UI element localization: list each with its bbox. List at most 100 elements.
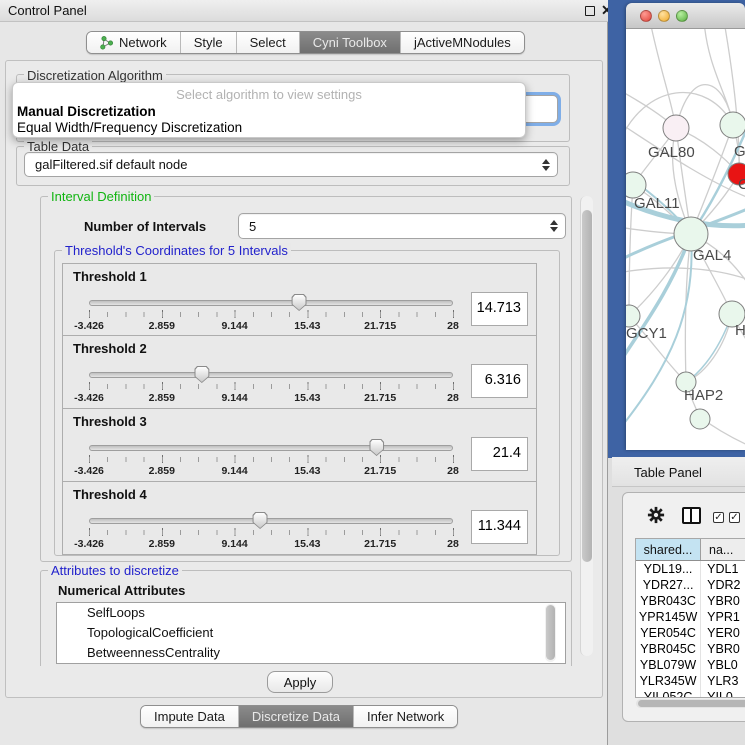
threshold-value-field[interactable]: 11.344: [471, 510, 528, 544]
node-label: GAL11: [634, 195, 680, 212]
network-graph: GAL80 GA C GAL11 GAL4 GCY1 H HAP2: [626, 29, 745, 450]
threshold-row-4: Threshold 4 -3.4262.8599.14415.4321.7152…: [62, 482, 537, 555]
main-scrollbar-thumb[interactable]: [582, 210, 592, 562]
control-panel-title: Control Panel: [8, 3, 87, 18]
threshold-label: Threshold 4: [73, 487, 147, 502]
tab-label: Style: [194, 35, 223, 50]
minimize-traffic-light[interactable]: [658, 10, 670, 22]
table-cell: YLR3: [701, 673, 745, 689]
discretization-algorithm-group-title: Discretization Algorithm: [24, 68, 166, 83]
network-canvas[interactable]: GAL80 GA C GAL11 GAL4 GCY1 H HAP2: [626, 29, 745, 450]
slider-thumb[interactable]: [253, 512, 268, 529]
slider-track[interactable]: [89, 372, 453, 378]
slider-thumb[interactable]: [292, 294, 307, 311]
apply-button[interactable]: Apply: [267, 671, 333, 693]
float-window-icon[interactable]: [585, 6, 595, 16]
close-traffic-light[interactable]: [640, 10, 652, 22]
numerical-attributes-list[interactable]: SelfLoopsTopologicalCoefficientBetweenne…: [56, 602, 566, 664]
threshold-value-field[interactable]: 21.4: [471, 437, 528, 471]
slider-minor-ticks: [89, 384, 454, 389]
network-node[interactable]: [663, 115, 689, 141]
table-row[interactable]: YDL19...YDL1: [636, 561, 745, 577]
dropdown-option-equal-width[interactable]: Equal Width/Frequency Discretization: [16, 120, 521, 136]
threshold-value-field[interactable]: 14.713: [471, 292, 528, 326]
table-cell: YBR0: [701, 641, 745, 657]
column-header-name[interactable]: na...: [701, 539, 745, 560]
threshold-slider-4[interactable]: -3.4262.8599.14415.4321.71528: [89, 514, 453, 554]
tab-cyni-toolbox[interactable]: Cyni Toolbox: [300, 32, 401, 53]
tab-jactivemnodules[interactable]: jActiveMNodules: [401, 32, 524, 53]
network-node[interactable]: [720, 112, 745, 138]
network-node[interactable]: [690, 409, 710, 429]
tick-label: 2.859: [149, 392, 175, 404]
slider-tick-labels: -3.4262.8599.14415.4321.71528: [89, 320, 453, 332]
checkbox-icon[interactable]: ✓: [729, 512, 740, 523]
table-row[interactable]: YLR345WYLR3: [636, 673, 745, 689]
control-panel-titlebar: Control Panel ✕: [0, 0, 608, 22]
table-panel-titlebar: Table Panel: [612, 457, 745, 487]
control-panel-tabbar: Network Style Select Cyni Toolbox jActiv…: [86, 31, 525, 54]
attribute-list-item[interactable]: BetweennessCentrality: [57, 643, 565, 663]
app-root: Control Panel ✕ Network Style Select Cyn…: [0, 0, 745, 745]
table-row[interactable]: YBL079WYBL0: [636, 657, 745, 673]
dropdown-option-manual[interactable]: Manual Discretization: [16, 104, 521, 120]
gear-icon[interactable]: [647, 506, 665, 524]
attributes-scrollbar-thumb[interactable]: [546, 605, 555, 660]
table-hscrollbar-thumb[interactable]: [638, 700, 745, 707]
tab-network[interactable]: Network: [87, 32, 181, 53]
slider-tick-labels: -3.4262.8599.14415.4321.71528: [89, 465, 453, 477]
tick-label: 28: [447, 465, 459, 477]
table-row[interactable]: YER054CYER0: [636, 625, 745, 641]
threshold-slider-3[interactable]: -3.4262.8599.14415.4321.71528: [89, 441, 453, 481]
tab-style[interactable]: Style: [181, 32, 237, 53]
tab-discretize-data[interactable]: Discretize Data: [239, 706, 354, 727]
table-data-combo[interactable]: galFiltered.sif default node: [24, 152, 558, 177]
checkbox-icon[interactable]: ✓: [713, 512, 724, 523]
slider-minor-ticks: [89, 530, 454, 535]
tick-label: 28: [447, 392, 459, 404]
tab-impute-data[interactable]: Impute Data: [141, 706, 239, 727]
slider-track[interactable]: [89, 445, 453, 451]
threshold-slider-1[interactable]: -3.4262.8599.14415.4321.71528: [89, 296, 453, 336]
slider-track[interactable]: [89, 300, 453, 306]
tab-select[interactable]: Select: [237, 32, 300, 53]
attribute-list-item[interactable]: SelfLoops: [57, 603, 565, 623]
slider-thumb[interactable]: [194, 366, 209, 383]
main-scrollbar-track: [580, 196, 593, 656]
combo-stepper-icon: [542, 159, 550, 171]
node-label: GAL4: [693, 247, 731, 264]
tick-label: -3.426: [74, 392, 104, 404]
threshold-label: Threshold 3: [73, 414, 147, 429]
table-body: YDL19...YDL1YDR27...YDR2YBR043CYBR0YPR14…: [636, 561, 745, 698]
table-row[interactable]: YBR045CYBR0: [636, 641, 745, 657]
table-row[interactable]: YDR27...YDR2: [636, 577, 745, 593]
node-label: C: [738, 176, 745, 193]
tab-label: Impute Data: [154, 709, 225, 724]
tick-label: 15.43: [294, 538, 320, 550]
tab-label: jActiveMNodules: [414, 35, 511, 50]
control-panel: Control Panel ✕ Network Style Select Cyn…: [0, 0, 608, 745]
threshold-slider-2[interactable]: -3.4262.8599.14415.4321.71528: [89, 368, 453, 408]
threshold-value-field[interactable]: 6.316: [471, 364, 528, 398]
table-row[interactable]: YIL052CYIL0: [636, 689, 745, 698]
combo-stepper-icon: [550, 220, 558, 232]
attribute-list-item[interactable]: TopologicalCoefficient: [57, 623, 565, 643]
network-icon: [100, 36, 114, 50]
split-columns-icon[interactable]: [682, 507, 701, 524]
table-cell: YBR045C: [636, 641, 701, 657]
slider-thumb[interactable]: [369, 439, 384, 456]
network-node[interactable]: [674, 217, 708, 251]
slider-minor-ticks: [89, 312, 454, 317]
zoom-traffic-light[interactable]: [676, 10, 688, 22]
attributes-group-title: Attributes to discretize: [48, 563, 182, 578]
table-row[interactable]: YPR145WYPR1: [636, 609, 745, 625]
node-label: GCY1: [626, 325, 667, 342]
slider-track[interactable]: [89, 518, 453, 524]
tab-infer-network[interactable]: Infer Network: [354, 706, 457, 727]
table-cell: YPR145W: [636, 609, 701, 625]
number-of-intervals-combo[interactable]: 5: [238, 213, 566, 239]
threshold-row-2: Threshold 2 -3.4262.8599.14415.4321.7152…: [62, 336, 537, 409]
column-header-shared-name[interactable]: shared...: [636, 539, 701, 560]
tick-label: 9.144: [221, 538, 247, 550]
table-row[interactable]: YBR043CYBR0: [636, 593, 745, 609]
